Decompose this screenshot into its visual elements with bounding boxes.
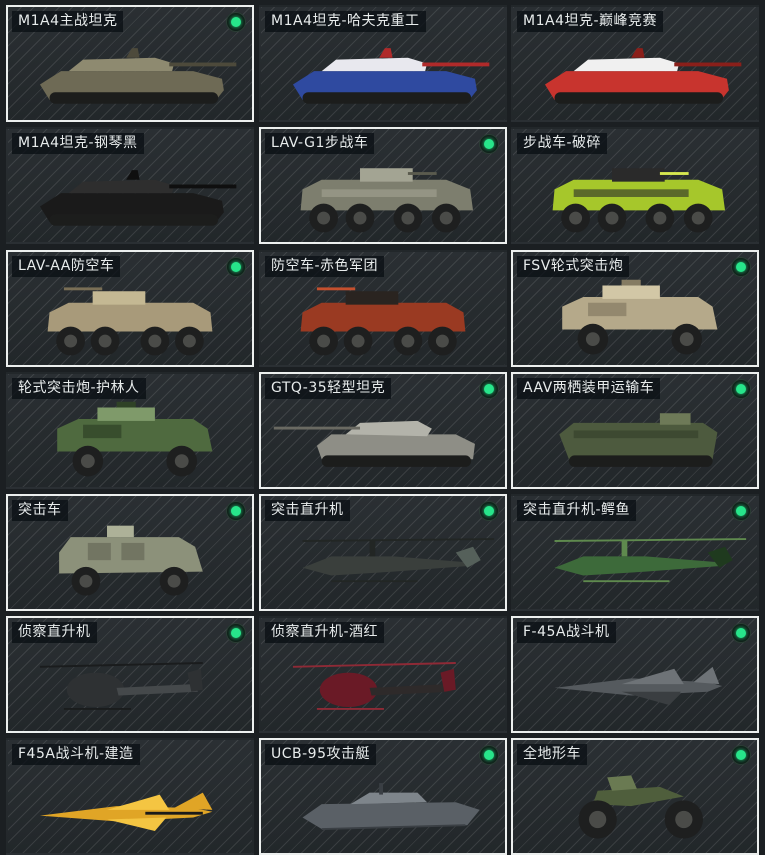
vehicle-card[interactable]: 防空车-赤色军团: [259, 250, 507, 367]
owned-indicator-icon: [479, 379, 499, 399]
vehicle-card[interactable]: M1A4坦克-巅峰竞赛: [511, 5, 759, 122]
vehicle-card[interactable]: 步战车-破碎: [511, 127, 759, 244]
vehicle-image: [513, 151, 757, 242]
vehicle-name: AAV两栖装甲运输车: [517, 378, 661, 399]
vehicle-image: [8, 518, 252, 609]
owned-indicator-icon: [226, 623, 246, 643]
vehicle-card[interactable]: GTQ-35轻型坦克: [259, 372, 507, 489]
vehicle-image: [513, 640, 757, 731]
vehicle-name: LAV-AA防空车: [12, 256, 121, 277]
owned-indicator-icon: [731, 501, 751, 521]
vehicle-image: [261, 151, 505, 242]
vehicle-name: 突击直升机: [265, 500, 350, 521]
owned-indicator-icon: [226, 257, 246, 277]
vehicle-card[interactable]: M1A4坦克-钢琴黑: [6, 127, 254, 244]
vehicle-name: F-45A战斗机: [517, 622, 616, 643]
vehicle-card[interactable]: 侦察直升机-酒红: [259, 616, 507, 733]
vehicle-name: M1A4坦克-巅峰竞赛: [517, 11, 664, 32]
vehicle-name: 突击车: [12, 500, 68, 521]
vehicle-image: [261, 396, 505, 487]
vehicle-card[interactable]: 全地形车: [511, 738, 759, 855]
owned-indicator-icon: [479, 134, 499, 154]
vehicle-image: [513, 518, 757, 609]
vehicle-card[interactable]: FSV轮式突击炮: [511, 250, 759, 367]
vehicle-name: 突击直升机-鳄鱼: [517, 500, 637, 521]
vehicle-name: FSV轮式突击炮: [517, 256, 630, 277]
vehicle-card[interactable]: 侦察直升机: [6, 616, 254, 733]
vehicle-image: [261, 518, 505, 609]
vehicle-image: [8, 151, 252, 242]
vehicle-card[interactable]: UCB-95攻击艇: [259, 738, 507, 855]
vehicle-image: [513, 762, 757, 853]
vehicle-image: [513, 396, 757, 487]
vehicle-image: [8, 274, 252, 365]
vehicle-image: [261, 762, 505, 853]
vehicle-card[interactable]: LAV-AA防空车: [6, 250, 254, 367]
vehicle-image: [8, 762, 252, 853]
vehicle-name: UCB-95攻击艇: [265, 744, 376, 765]
owned-indicator-icon: [731, 257, 751, 277]
vehicle-image: [8, 640, 252, 731]
owned-indicator-icon: [731, 623, 751, 643]
vehicle-name: 侦察直升机-酒红: [265, 622, 385, 643]
vehicle-card[interactable]: AAV两栖装甲运输车: [511, 372, 759, 489]
owned-indicator-icon: [226, 501, 246, 521]
vehicle-name: M1A4主战坦克: [12, 11, 124, 32]
vehicle-name: 步战车-破碎: [517, 133, 608, 154]
vehicle-name: M1A4坦克-哈夫克重工: [265, 11, 426, 32]
vehicle-card[interactable]: 突击直升机-鳄鱼: [511, 494, 759, 611]
vehicle-image: [513, 29, 757, 120]
vehicle-image: [261, 640, 505, 731]
vehicle-name: GTQ-35轻型坦克: [265, 378, 392, 399]
vehicle-name: M1A4坦克-钢琴黑: [12, 133, 144, 154]
vehicle-name: 全地形车: [517, 744, 587, 765]
vehicle-name: LAV-G1步战车: [265, 133, 375, 154]
vehicle-card[interactable]: 突击车: [6, 494, 254, 611]
vehicle-card[interactable]: 轮式突击炮-护林人: [6, 372, 254, 489]
vehicle-image: [8, 29, 252, 120]
owned-indicator-icon: [731, 745, 751, 765]
vehicle-name: 防空车-赤色军团: [265, 256, 385, 277]
owned-indicator-icon: [479, 501, 499, 521]
vehicle-name: F45A战斗机-建造: [12, 744, 140, 765]
vehicle-image: [261, 274, 505, 365]
vehicle-image: [261, 29, 505, 120]
vehicle-image: [8, 396, 252, 487]
vehicle-name: 侦察直升机: [12, 622, 97, 643]
vehicle-card[interactable]: 突击直升机: [259, 494, 507, 611]
vehicle-image: [513, 274, 757, 365]
vehicle-card[interactable]: M1A4坦克-哈夫克重工: [259, 5, 507, 122]
vehicle-card[interactable]: F-45A战斗机: [511, 616, 759, 733]
vehicle-card[interactable]: M1A4主战坦克: [6, 5, 254, 122]
owned-indicator-icon: [731, 379, 751, 399]
vehicle-name: 轮式突击炮-护林人: [12, 378, 146, 399]
vehicle-card[interactable]: F45A战斗机-建造: [6, 738, 254, 855]
owned-indicator-icon: [479, 745, 499, 765]
owned-indicator-icon: [226, 12, 246, 32]
vehicle-grid: M1A4主战坦克 M1A4坦克-哈夫克重工 M1A4坦克-巅峰竞赛 M1A4坦克…: [0, 0, 765, 855]
vehicle-card[interactable]: LAV-G1步战车: [259, 127, 507, 244]
